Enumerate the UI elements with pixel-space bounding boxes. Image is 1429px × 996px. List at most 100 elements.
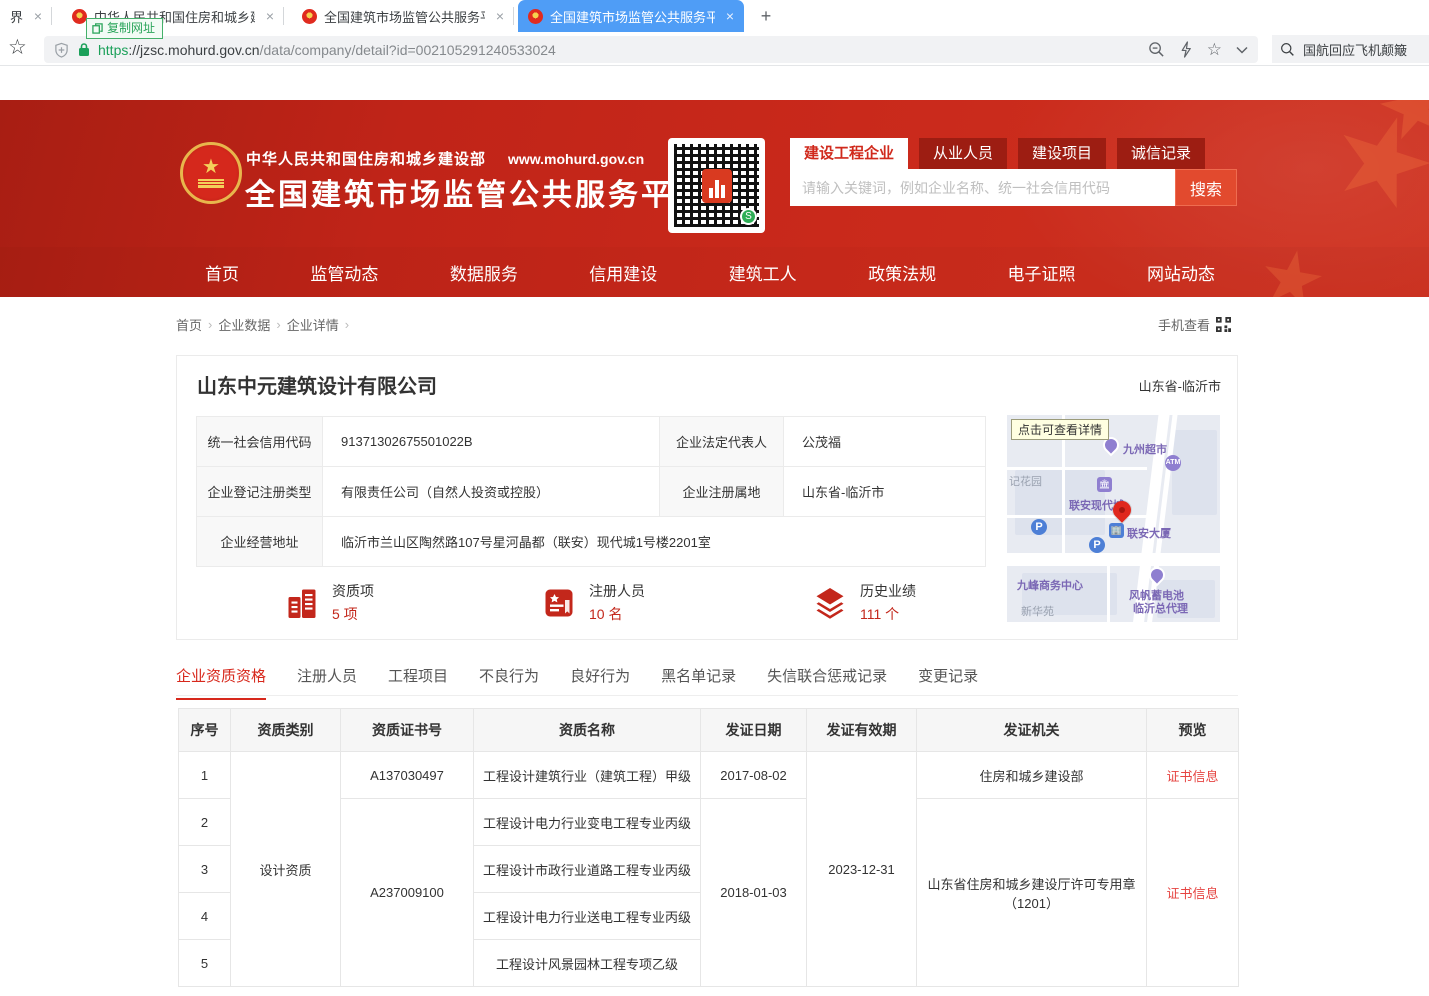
nav-item-data-service[interactable]: 数据服务 — [450, 260, 518, 285]
browser-tab-jzsc-1[interactable]: 全国建筑市场监管公共服务平台 × — [292, 0, 514, 32]
stat-label: 注册人员 — [589, 581, 645, 601]
qr-wechat-icon: S — [740, 208, 757, 225]
search-category-tabs: 建设工程企业 从业人员 建设项目 诚信记录 — [790, 138, 1237, 169]
company-stats: 资质项 5 项 注册人员 10 名 历史业绩 111 个 — [196, 581, 986, 631]
cell-no: 1 — [179, 752, 231, 799]
map-label-supermarket[interactable]: 九州超市 — [1123, 441, 1167, 457]
stat-registered-personnel: 注册人员 10 名 — [541, 581, 645, 624]
search-icon — [1280, 42, 1295, 57]
location-map[interactable]: 点击可查看详情 九州超市 ATM 记花园 🏛 联安现代城 🏢 联安大厦 P P … — [1007, 415, 1220, 622]
new-tab-button[interactable]: + — [753, 4, 779, 28]
copy-icon — [92, 23, 103, 34]
nav-item-home[interactable]: 首页 — [205, 260, 239, 285]
tab-close-icon[interactable]: × — [726, 8, 734, 24]
bookmark-star-icon[interactable]: ☆ — [8, 35, 27, 60]
nav-item-supervision[interactable]: 监管动态 — [310, 260, 378, 285]
breadcrumb-home[interactable]: 首页 — [176, 315, 202, 334]
tower-badge-icon: 🏢 — [1109, 523, 1124, 538]
field-value-reg-type: 有限责任公司（自然人投资或控股） — [323, 467, 660, 517]
nav-item-policy[interactable]: 政策法规 — [868, 260, 936, 285]
national-emblem-logo: ★ — [180, 142, 242, 204]
nav-item-credit[interactable]: 信用建设 — [589, 260, 657, 285]
tab-close-icon[interactable]: × — [496, 8, 504, 24]
map-label-battery-2[interactable]: 临沂总代理 — [1133, 600, 1188, 616]
field-label: 统一社会信用代码 — [197, 417, 323, 467]
search-button[interactable]: 搜索 — [1175, 169, 1237, 206]
breadcrumb: 首页› 企业数据› 企业详情› — [176, 315, 349, 334]
field-value-legal-rep: 公茂福 — [784, 417, 986, 467]
col-header-issue-date: 发证日期 — [701, 709, 807, 752]
favorite-star-icon[interactable]: ☆ — [1207, 41, 1222, 58]
cell-no: 5 — [179, 940, 231, 987]
quick-search-text: 国航回应飞机颠簸 — [1303, 40, 1407, 59]
shield-permissions-icon[interactable] — [54, 42, 69, 58]
url-host: ://jzsc.mohurd.gov.cn — [128, 42, 259, 58]
secure-lock-icon[interactable] — [78, 42, 90, 57]
cell-issue-date: 2017-08-02 — [701, 752, 807, 799]
search-tab-personnel[interactable]: 从业人员 — [919, 138, 1007, 169]
map-label-business-center[interactable]: 九峰商务中心 — [1017, 577, 1083, 593]
cell-issue-date: 2018-01-03 — [701, 799, 807, 987]
cell-cert-no: A237009100 — [341, 799, 474, 987]
site-header: ★ 中华人民共和国住房和城乡建设部www.mohurd.gov.cn 全国建筑市… — [0, 100, 1429, 297]
platform-title: 全国建筑市场监管公共服务平台 — [245, 170, 707, 214]
table-row: 企业经营地址 临沂市兰山区陶然路107号星河晶都（联安）现代城1号楼2201室 — [197, 517, 986, 567]
tab-separator — [51, 7, 52, 25]
col-header-authority: 发证机关 — [917, 709, 1147, 752]
col-header-valid-until: 发证有效期 — [807, 709, 917, 752]
site-favicon-icon — [72, 9, 87, 24]
stat-value: 5 项 — [332, 604, 374, 624]
breadcrumb-company-detail[interactable]: 企业详情 — [287, 315, 339, 334]
browser-quick-search[interactable]: 国航回应飞机颠簸 — [1272, 35, 1429, 63]
col-header-preview: 预览 — [1147, 709, 1239, 752]
nav-item-news[interactable]: 网站动态 — [1147, 260, 1215, 285]
breadcrumb-company-data[interactable]: 企业数据 — [218, 315, 270, 334]
cell-category: 设计资质 — [231, 752, 341, 987]
zoom-out-icon[interactable] — [1148, 41, 1165, 58]
map-label-lianan-tower[interactable]: 联安大厦 — [1127, 525, 1171, 541]
stat-label: 历史业绩 — [860, 581, 916, 601]
qr-center-logo — [702, 169, 732, 203]
cell-authority: 山东省住房和城乡建设厅许可专用章（1201） — [917, 799, 1147, 987]
page-root: 界 × 中华人民共和国住房和城乡建设 × 全国建筑市场监管公共服务平台 × 全国… — [0, 0, 1429, 996]
keyword-search-input[interactable] — [790, 169, 1175, 206]
urlbar-action-icons: ☆ — [1148, 36, 1248, 63]
table-row: 统一社会信用代码 91371302675501022B 企业法定代表人 公茂福 — [197, 417, 986, 467]
chevron-down-icon[interactable] — [1236, 46, 1248, 54]
search-tab-credit[interactable]: 诚信记录 — [1117, 138, 1205, 169]
qr-code-icon — [1216, 317, 1231, 332]
mobile-view-link[interactable]: 手机查看 — [1158, 315, 1231, 334]
field-value-credit-code: 91371302675501022B — [323, 417, 660, 467]
tab-close-icon[interactable]: × — [266, 8, 274, 24]
browser-tab-partial[interactable]: 界 × — [0, 0, 52, 32]
search-tab-project[interactable]: 建设项目 — [1018, 138, 1106, 169]
tab-close-icon[interactable]: × — [34, 8, 42, 24]
qr-pattern: S — [674, 144, 759, 227]
site-favicon-icon — [302, 9, 317, 24]
building-badge-icon: 🏛 — [1097, 477, 1112, 492]
company-region: 山东省-临沂市 — [1139, 376, 1221, 395]
browser-tab-jzsc-active[interactable]: 全国建筑市场监管公共服务平台 × — [518, 0, 744, 32]
url-scheme: https — [98, 42, 128, 58]
lightning-icon[interactable] — [1179, 41, 1193, 58]
certificate-icon — [541, 584, 577, 622]
certificate-info-link[interactable]: 证书信息 — [1166, 769, 1218, 784]
atm-badge-icon[interactable]: ATM — [1165, 455, 1181, 471]
stat-label: 资质项 — [332, 581, 374, 601]
stat-qualifications: 资质项 5 项 — [284, 581, 374, 624]
building-icon — [284, 584, 320, 622]
tab-title: 界 — [10, 7, 23, 26]
field-label: 企业注册属地 — [660, 467, 784, 517]
field-label: 企业经营地址 — [197, 517, 323, 567]
ministry-name: 中华人民共和国住房和城乡建设部www.mohurd.gov.cn — [246, 148, 644, 169]
url-text[interactable]: https://jzsc.mohurd.gov.cn/data/company/… — [98, 42, 556, 58]
qualification-table: 序号 资质类别 资质证书号 资质名称 发证日期 发证有效期 发证机关 预览 1 … — [178, 708, 1239, 987]
nav-item-workers[interactable]: 建筑工人 — [729, 260, 797, 285]
search-tab-enterprise[interactable]: 建设工程企业 — [790, 138, 908, 169]
address-bar[interactable]: https://jzsc.mohurd.gov.cn/data/company/… — [44, 36, 1258, 63]
url-path: /data/company/detail?id=0021052912405330… — [260, 42, 556, 58]
parking-icon: P — [1031, 519, 1047, 535]
nav-item-license[interactable]: 电子证照 — [1008, 260, 1076, 285]
certificate-info-link[interactable]: 证书信息 — [1166, 886, 1218, 901]
col-header-cert-no: 资质证书号 — [341, 709, 474, 752]
